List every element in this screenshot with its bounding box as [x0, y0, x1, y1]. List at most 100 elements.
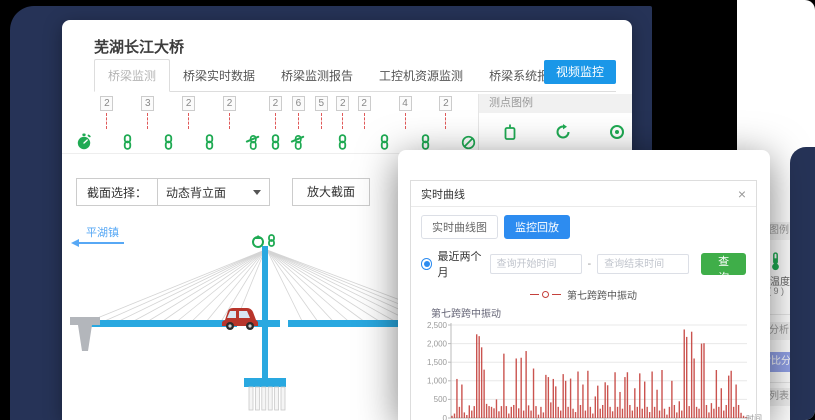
sensor-column — [245, 96, 261, 150]
sensor-column: 2 — [336, 96, 349, 150]
modal-tab-监控回放[interactable]: 监控回放 — [504, 215, 570, 239]
last-two-months-radio[interactable] — [421, 258, 432, 270]
section-select-value: 动态背立面 — [166, 184, 226, 201]
tab-桥梁监测报告[interactable]: 桥梁监测报告 — [268, 60, 366, 91]
section-select-group: 截面选择： 动态背立面 — [76, 178, 270, 206]
device-icon — [503, 124, 517, 146]
sensor-strip: 23222652242 — [76, 94, 476, 150]
sensor-lead-line — [342, 113, 343, 129]
sensor-column — [204, 96, 215, 150]
dialog-title: 实时曲线 — [411, 186, 465, 202]
linkarm-icon — [290, 134, 306, 150]
sensor-column: 2 — [358, 96, 371, 150]
link-icon — [337, 134, 348, 150]
svg-text:2,000: 2,000 — [427, 339, 448, 348]
dialog-header: 实时曲线 × — [411, 181, 756, 207]
query-controls-row: 最近两个月 - 查询 — [421, 248, 746, 280]
modal-tabbar: 实时曲线图监控回放 — [421, 215, 746, 239]
sensor-count-badge: 6 — [292, 96, 305, 111]
modal-tab-实时曲线图[interactable]: 实时曲线图 — [421, 215, 498, 239]
sensor-column: 2 — [439, 96, 452, 150]
svg-text:2,500: 2,500 — [427, 321, 448, 330]
sensor-column — [122, 96, 133, 150]
sensor-lead-line — [106, 113, 107, 129]
main-tabbar: 桥梁监测桥梁实时数据桥梁监测报告工控机资源监测桥梁系统报警 — [94, 62, 616, 92]
legend-panel-title: 测点图例 — [479, 94, 632, 113]
sensor-column — [461, 96, 476, 150]
dialog-body: 实时曲线图监控回放 最近两个月 - 查询 第七跨跨中振动 — [411, 207, 756, 420]
realtime-curve-modal: 实时曲线 × 实时曲线图监控回放 最近两个月 - 查询 — [398, 150, 770, 420]
legend-marker-icon — [542, 291, 549, 298]
last-two-months-label: 最近两个月 — [437, 248, 489, 280]
sensor-lead-line — [188, 113, 189, 129]
legend-line-icon — [552, 294, 561, 295]
gauge-icon — [76, 133, 92, 150]
measure-point-legend-panel: 测点图例 — [478, 94, 632, 153]
sensor-count-badge: 2 — [336, 96, 349, 111]
sensor-lead-line — [147, 113, 148, 129]
sensor-count-badge: 2 — [358, 96, 371, 111]
screenshot-canvas: 测点图例 温度 ( 9 ) 对比分析 对比分析 测点列表 芜湖长江大桥 桥梁监测… — [0, 0, 815, 420]
section-select-row: 截面选择： 动态背立面 放大截面 — [76, 178, 370, 206]
sensor-column: 4 — [399, 96, 412, 150]
sensor-column: 6 — [290, 96, 306, 150]
sensor-count-badge: 3 — [141, 96, 154, 111]
sensor-column — [379, 96, 390, 150]
thermometer-icon — [770, 252, 781, 274]
temperature-count: ( 9 ) — [768, 286, 784, 296]
section-select-label: 截面选择： — [77, 184, 157, 201]
query-button[interactable]: 查询 — [701, 253, 746, 275]
svg-text:500: 500 — [434, 395, 448, 404]
enlarge-section-button[interactable]: 放大截面 — [292, 178, 370, 206]
legend-icons-row — [479, 113, 632, 146]
sensor-count-badge: 5 — [315, 96, 328, 111]
sensor-count-badge: 2 — [100, 96, 113, 111]
chart-legend: 第七跨跨中振动 — [421, 287, 746, 302]
chart-title: 第七跨跨中振动 — [431, 305, 746, 320]
tab-桥梁实时数据[interactable]: 桥梁实时数据 — [170, 60, 268, 91]
section-select-dropdown[interactable]: 动态背立面 — [157, 178, 269, 206]
sensor-count-badge: 2 — [439, 96, 452, 111]
link-icon — [204, 134, 215, 150]
video-monitor-button[interactable]: 视频监控 — [544, 60, 616, 84]
sensor-column: 3 — [141, 96, 154, 150]
svg-text:1,000: 1,000 — [427, 377, 448, 386]
time-range-inputs: - — [490, 254, 690, 274]
query-end-time-input[interactable] — [597, 254, 689, 274]
sensor-count-badge: 4 — [399, 96, 412, 111]
sensor-lead-line — [364, 113, 365, 129]
sensor-column: 2 — [182, 96, 195, 150]
sensor-lead-line — [275, 113, 276, 129]
link-icon — [163, 134, 174, 150]
sensor-lead-line — [445, 113, 446, 129]
sensor-column: 2 — [269, 96, 282, 150]
sensor-lead-line — [405, 113, 406, 129]
sensor-column — [163, 96, 174, 150]
sensor-column: 2 — [100, 96, 113, 150]
chevron-down-icon — [253, 190, 261, 195]
svg-text:1,500: 1,500 — [427, 358, 448, 367]
sensor-lead-line — [321, 113, 322, 129]
backdrop-corner — [790, 147, 815, 420]
svg-text:0: 0 — [443, 414, 448, 420]
tab-桥梁监测[interactable]: 桥梁监测 — [94, 59, 170, 92]
link-icon — [122, 134, 133, 150]
page-title: 芜湖长江大桥 — [94, 36, 184, 57]
legend-series-name: 第七跨跨中振动 — [567, 287, 637, 302]
sensor-count-badge: 2 — [223, 96, 236, 111]
sensor-count-badge: 2 — [182, 96, 195, 111]
tab-工控机资源监测[interactable]: 工控机资源监测 — [366, 60, 476, 91]
sensor-lead-line — [229, 113, 230, 129]
close-icon[interactable]: × — [738, 187, 756, 201]
query-start-time-input[interactable] — [490, 254, 582, 274]
link-icon — [379, 134, 390, 150]
sensor-column: 5 — [315, 96, 328, 150]
legend-line-icon — [530, 294, 539, 295]
vibration-chart: 05001,0001,5002,0002,5002018-09-30 16:01… — [421, 320, 763, 420]
sensor-column — [420, 96, 431, 150]
realtime-curve-dialog: 实时曲线 × 实时曲线图监控回放 最近两个月 - 查询 — [410, 180, 757, 420]
rotate-icon — [555, 124, 571, 146]
sensor-lead-line — [298, 113, 299, 129]
link-icon — [420, 134, 431, 150]
sensor-count-badge: 2 — [269, 96, 282, 111]
